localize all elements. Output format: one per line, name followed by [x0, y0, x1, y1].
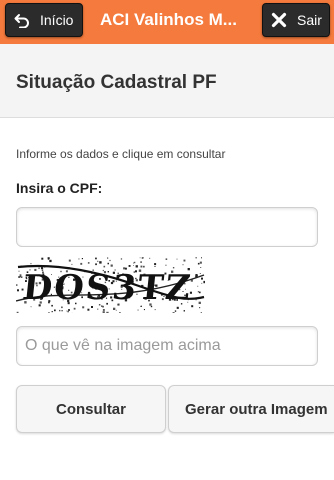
captcha-image: DOS3TZ [15, 257, 206, 315]
cpf-input[interactable] [16, 207, 318, 247]
close-icon [271, 12, 287, 28]
instructions-text: Informe os dados e clique em consultar [16, 147, 226, 161]
back-button[interactable]: Início [5, 3, 83, 37]
undo-arrow-icon [14, 12, 30, 28]
cpf-label: Insira o CPF: [16, 180, 103, 196]
back-button-label: Início [40, 12, 74, 28]
captcha-text: DOS3TZ [21, 268, 195, 308]
consultar-button[interactable]: Consultar [16, 385, 166, 433]
page-title: Situação Cadastral PF [16, 72, 217, 93]
generate-new-image-button[interactable]: Gerar outra Imagem [168, 385, 334, 433]
captcha-input[interactable] [16, 326, 318, 366]
app-title: ACI Valinhos M... [100, 10, 237, 29]
exit-button-label: Sair [297, 12, 322, 28]
top-bar: Início ACI Valinhos M... Sair [0, 0, 334, 44]
exit-button[interactable]: Sair [262, 3, 330, 37]
page-header: Situação Cadastral PF [0, 44, 334, 118]
